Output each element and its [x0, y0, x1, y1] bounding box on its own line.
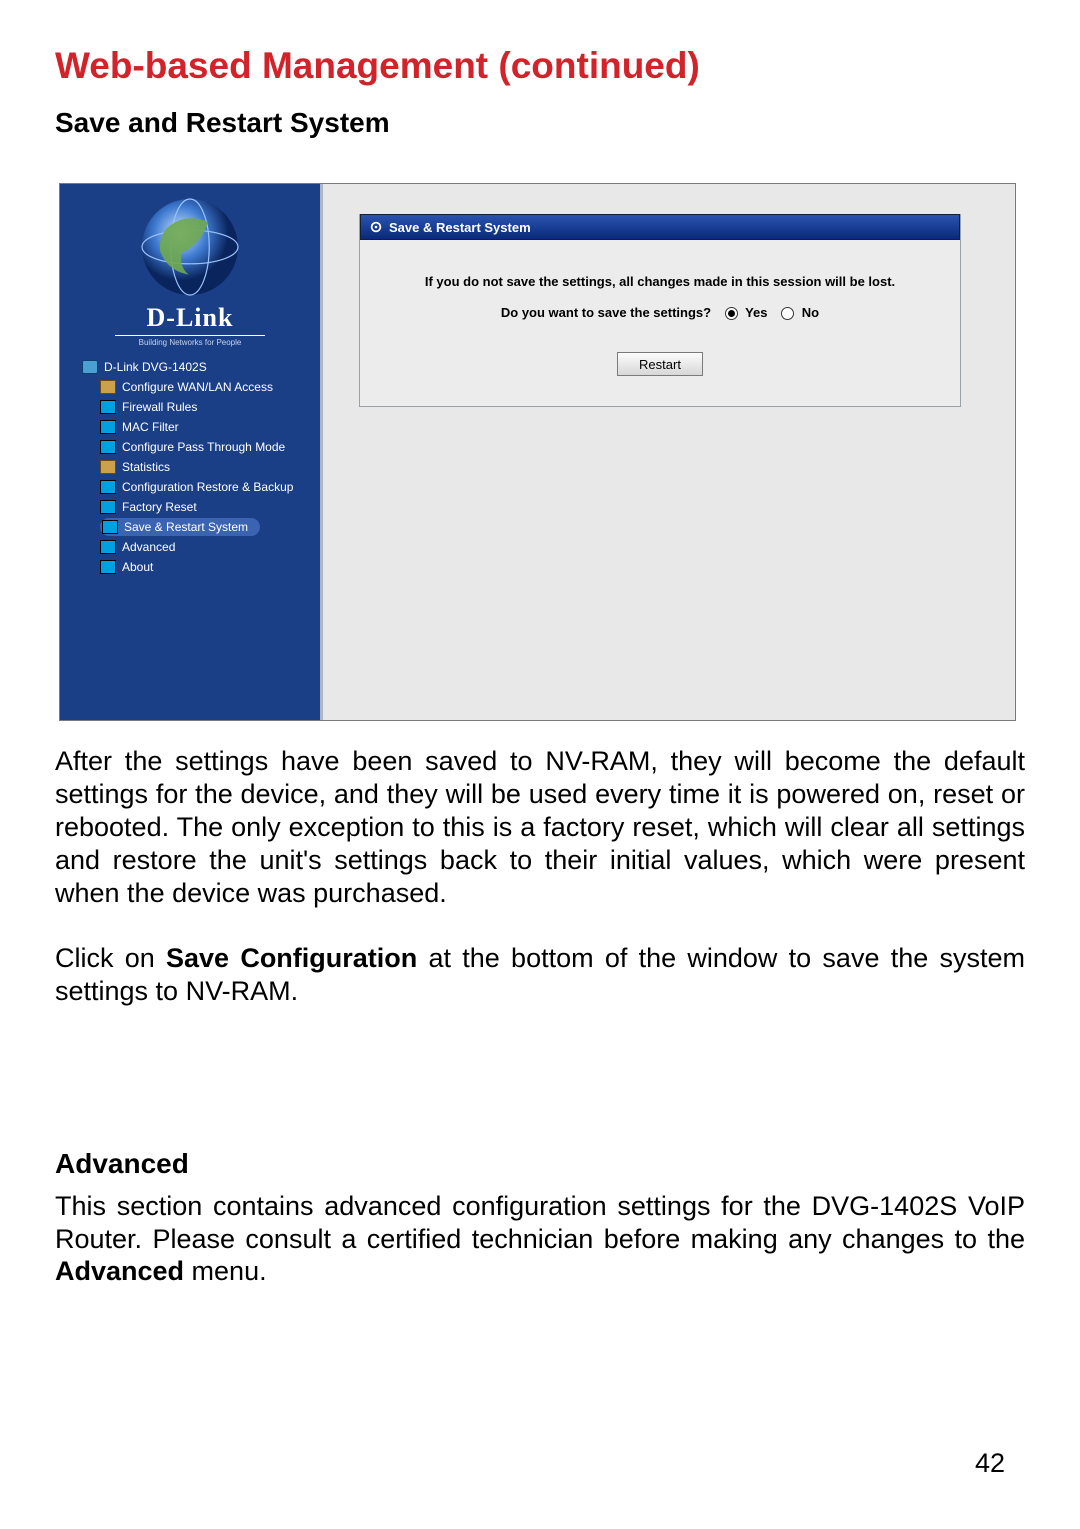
device-icon: [82, 360, 98, 374]
save-restart-panel: Save & Restart System If you do not save…: [359, 214, 961, 407]
panel-title-text: Save & Restart System: [389, 220, 531, 235]
tree-label: Firewall Rules: [122, 400, 197, 414]
tree-item-passthrough[interactable]: Configure Pass Through Mode: [70, 437, 320, 457]
tree-label: Factory Reset: [122, 500, 197, 514]
page-title: Web-based Management (continued): [55, 45, 1025, 87]
gear-icon: [369, 220, 383, 234]
folder-icon: [100, 380, 116, 394]
tree-item-saverestart[interactable]: Save & Restart System: [70, 517, 320, 537]
tree-label: Statistics: [122, 460, 170, 474]
p3-pre: This section contains advanced configura…: [55, 1191, 1025, 1254]
radio-no[interactable]: [781, 307, 794, 320]
page-icon: [102, 520, 118, 534]
page-icon: [100, 400, 116, 414]
tree-label: Configure Pass Through Mode: [122, 440, 285, 454]
brand-tagline: Building Networks for People: [60, 338, 320, 347]
tree-item-about[interactable]: About: [70, 557, 320, 577]
page-icon: [100, 440, 116, 454]
restart-button[interactable]: Restart: [617, 352, 703, 376]
tree-item-advanced[interactable]: Advanced: [70, 537, 320, 557]
page-icon: [100, 500, 116, 514]
p3-post: menu.: [184, 1256, 267, 1286]
globe-icon: [130, 192, 250, 302]
tree-label: D-Link DVG-1402S: [104, 360, 207, 374]
page-icon: [100, 560, 116, 574]
brand-underline: [115, 335, 265, 336]
router-screenshot: D-Link Building Networks for People D-Li…: [59, 183, 1016, 721]
tree-root[interactable]: D-Link DVG-1402S: [70, 357, 320, 377]
panel-warning: If you do not save the settings, all cha…: [370, 274, 950, 289]
tree-item-factoryreset[interactable]: Factory Reset: [70, 497, 320, 517]
tree-label: Configuration Restore & Backup: [122, 480, 293, 494]
page-icon: [100, 480, 116, 494]
p3-bold: Advanced: [55, 1256, 184, 1286]
radio-yes-label: Yes: [745, 305, 767, 320]
panel-prompt-row: Do you want to save the settings? Yes No: [370, 305, 950, 320]
page-number: 42: [975, 1448, 1005, 1479]
section2-title: Advanced: [55, 1148, 1025, 1180]
tree-item-statistics[interactable]: Statistics: [70, 457, 320, 477]
tree-item-firewall[interactable]: Firewall Rules: [70, 397, 320, 417]
p2-bold: Save Configuration: [166, 943, 417, 973]
tree-item-macfilter[interactable]: MAC Filter: [70, 417, 320, 437]
tree-label: Advanced: [122, 540, 175, 554]
paragraph-1: After the settings have been saved to NV…: [55, 745, 1025, 910]
panel-title-bar: Save & Restart System: [360, 214, 960, 240]
nav-tree: D-Link DVG-1402S Configure WAN/LAN Acces…: [70, 357, 320, 577]
brand-logo: D-Link: [60, 303, 320, 333]
folder-icon: [100, 460, 116, 474]
page-icon: [100, 420, 116, 434]
page-icon: [100, 540, 116, 554]
tree-label: About: [122, 560, 153, 574]
tree-label: Save & Restart System: [124, 520, 248, 534]
radio-yes[interactable]: [725, 307, 738, 320]
tree-label: Configure WAN/LAN Access: [122, 380, 273, 394]
p2-pre: Click on: [55, 943, 166, 973]
paragraph-3: This section contains advanced configura…: [55, 1190, 1025, 1289]
sidebar: D-Link Building Networks for People D-Li…: [60, 184, 320, 720]
radio-no-label: No: [802, 305, 819, 320]
tree-item-restorebackup[interactable]: Configuration Restore & Backup: [70, 477, 320, 497]
section-title: Save and Restart System: [55, 107, 1025, 139]
paragraph-2: Click on Save Configuration at the botto…: [55, 942, 1025, 1008]
tree-item-wanlan[interactable]: Configure WAN/LAN Access: [70, 377, 320, 397]
panel-prompt: Do you want to save the settings?: [501, 305, 711, 320]
globe-logo: [60, 184, 320, 309]
content-pane: Save & Restart System If you do not save…: [320, 184, 1015, 720]
tree-label: MAC Filter: [122, 420, 179, 434]
